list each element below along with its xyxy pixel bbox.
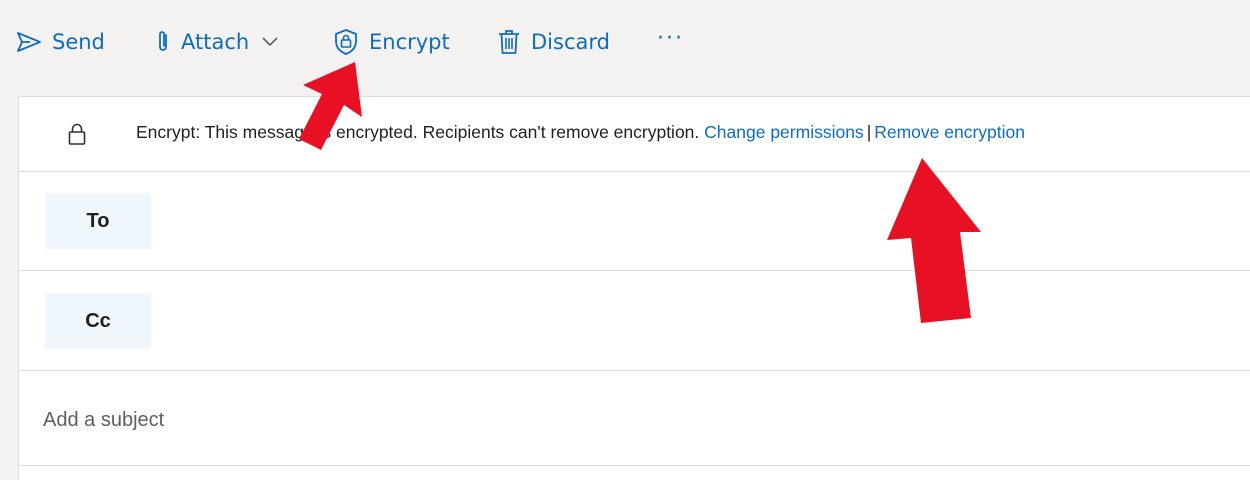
send-label: Send — [52, 30, 105, 54]
remove-encryption-link[interactable]: Remove encryption — [874, 122, 1025, 142]
more-options-button[interactable]: ··· — [657, 18, 684, 58]
trash-icon — [497, 29, 521, 55]
send-button[interactable]: Send — [16, 22, 105, 62]
chevron-down-icon[interactable] — [261, 36, 279, 48]
paperclip-icon — [155, 29, 171, 55]
cc-button[interactable]: Cc — [45, 293, 151, 349]
lock-icon — [67, 122, 87, 150]
encryption-message: Encrypt: This message is encrypted. Reci… — [136, 122, 700, 142]
send-icon — [16, 31, 42, 53]
discard-label: Discard — [531, 30, 610, 54]
encryption-info-bar: Encrypt: This message is encrypted. Reci… — [19, 97, 1250, 172]
subject-input[interactable] — [41, 399, 1225, 441]
more-icon: ··· — [657, 25, 684, 51]
shield-lock-icon — [333, 28, 359, 56]
encrypt-label: Encrypt — [369, 30, 450, 54]
cc-row: Cc — [19, 271, 1250, 371]
attach-button[interactable]: Attach — [155, 22, 279, 62]
subject-row — [19, 371, 1250, 466]
compose-toolbar: Send Attach Encrypt Discard ··· — [0, 0, 1250, 80]
to-row: To — [19, 171, 1250, 271]
discard-button[interactable]: Discard — [497, 22, 610, 62]
to-button[interactable]: To — [45, 193, 151, 249]
link-separator: | — [866, 122, 872, 142]
encryption-notice: Encrypt: This message is encrypted. Reci… — [136, 122, 1025, 143]
change-permissions-link[interactable]: Change permissions — [704, 122, 864, 142]
compose-window: Send Attach Encrypt Discard ··· Encrypt:… — [0, 0, 1250, 480]
attach-label: Attach — [181, 30, 250, 54]
encrypt-button[interactable]: Encrypt — [333, 22, 450, 62]
compose-form: Encrypt: This message is encrypted. Reci… — [18, 96, 1250, 480]
